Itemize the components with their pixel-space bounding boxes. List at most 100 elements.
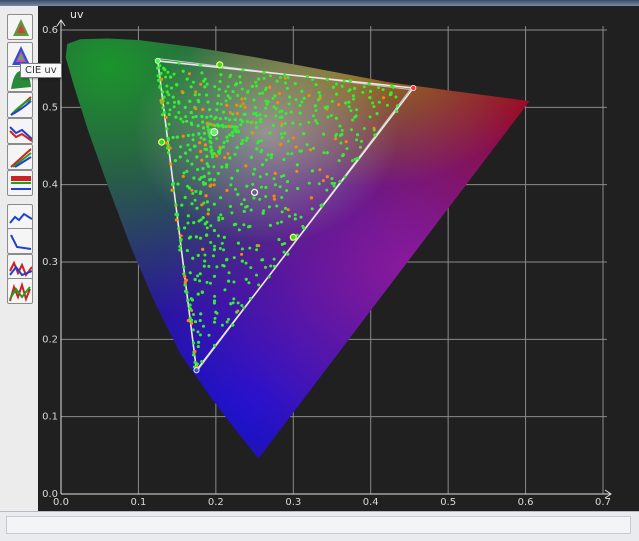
measured-point — [350, 159, 354, 163]
measured-point — [272, 105, 276, 109]
white-point-marker — [210, 128, 219, 137]
grayscale-tool[interactable] — [7, 228, 33, 254]
measured-point — [177, 101, 181, 105]
measured-point — [221, 145, 225, 149]
measured-point — [191, 353, 196, 357]
measured-point — [193, 93, 197, 97]
x-tick-label: 0.5 — [440, 497, 456, 508]
measured-point — [190, 321, 194, 325]
measured-point — [196, 274, 200, 278]
measured-point — [361, 90, 365, 94]
measured-point — [314, 109, 318, 113]
measured-point — [191, 341, 196, 345]
measured-point — [162, 66, 166, 70]
measured-point — [183, 151, 188, 155]
measured-point — [198, 236, 203, 240]
measured-point — [353, 157, 357, 161]
measured-point — [254, 111, 258, 115]
measured-point — [235, 169, 240, 173]
measured-point — [245, 120, 250, 124]
measured-point — [172, 100, 176, 104]
measured-point — [280, 115, 284, 119]
measured-point — [186, 159, 190, 163]
gamma-curve-tool[interactable] — [7, 118, 33, 144]
measured-point — [312, 146, 316, 150]
measured-point — [273, 171, 277, 175]
luminance-icon — [11, 176, 31, 190]
measured-point — [300, 100, 304, 104]
measured-point — [232, 297, 236, 301]
measured-point — [198, 63, 202, 67]
measured-point — [245, 184, 249, 188]
measured-point — [244, 138, 248, 142]
measured-point — [310, 207, 314, 211]
gamma-curve-icon — [9, 126, 32, 142]
measured-point — [220, 216, 225, 221]
measured-point — [237, 228, 241, 232]
measured-point — [254, 121, 258, 125]
measured-point — [321, 132, 326, 136]
locus-fill — [65, 38, 530, 459]
x-tick-label: 0.3 — [285, 497, 301, 508]
measured-point — [213, 117, 217, 121]
color-triangle-tool[interactable] — [7, 14, 33, 40]
measured-point — [173, 158, 178, 163]
measured-point — [156, 74, 160, 78]
measured-point — [241, 68, 245, 72]
measured-point — [282, 157, 286, 162]
luminance-tool[interactable] — [7, 170, 33, 196]
measured-point — [201, 324, 205, 328]
measured-point — [193, 349, 197, 354]
saturation-sweep-tool[interactable] — [7, 278, 33, 304]
color-levels-tool[interactable] — [7, 144, 33, 170]
measured-point — [272, 197, 276, 201]
measured-point — [226, 152, 230, 156]
measured-point — [223, 288, 227, 292]
measured-point — [353, 115, 357, 119]
measured-point — [269, 156, 273, 160]
measured-point — [205, 220, 209, 224]
measured-point — [255, 273, 259, 277]
measured-point — [257, 139, 261, 143]
measured-point — [188, 307, 192, 311]
measured-point — [243, 112, 247, 116]
measured-point — [278, 110, 282, 114]
measured-point — [273, 183, 277, 187]
measured-point — [249, 266, 253, 270]
measured-point — [234, 187, 238, 191]
measured-point — [253, 105, 257, 110]
measured-point — [225, 165, 229, 169]
measured-point — [235, 125, 239, 129]
cie-uv-chart[interactable]: 0.0 0.1 0.2 0.3 0.4 0.5 0.6 0.70.00.10.20.30.40… — [38, 6, 639, 511]
measured-point — [344, 140, 348, 144]
measured-point — [280, 122, 284, 126]
measured-point — [295, 163, 299, 167]
measured-point — [227, 317, 231, 321]
measured-point — [251, 182, 255, 186]
measured-point — [314, 82, 318, 87]
measured-point — [325, 151, 329, 155]
measured-point — [212, 343, 217, 348]
measured-point — [293, 213, 297, 217]
rgb-curve-tool[interactable] — [7, 92, 33, 118]
measured-point — [330, 181, 334, 185]
measured-point — [267, 205, 271, 209]
primary-marker — [154, 57, 161, 64]
measured-point — [213, 316, 217, 320]
saturation-sweep-icon — [9, 281, 31, 303]
color-comparator-tool[interactable] — [7, 254, 33, 280]
measured-point — [217, 87, 221, 91]
measured-point — [205, 233, 209, 237]
measured-point — [244, 261, 248, 265]
x-tick-label: 0.1 — [130, 497, 146, 508]
measured-point — [183, 274, 187, 279]
measured-point — [186, 318, 190, 323]
chart-panel[interactable]: 0.0 0.1 0.2 0.3 0.4 0.5 0.6 0.7 0.0 0.1 0.2 0.3 0.4 0… — [38, 6, 639, 511]
deltae-tool[interactable] — [7, 204, 33, 230]
measured-point — [258, 92, 262, 96]
measured-point — [193, 360, 197, 364]
measured-point — [186, 133, 190, 138]
measured-point — [258, 113, 262, 117]
measured-point — [196, 167, 200, 172]
measured-point — [206, 100, 210, 104]
